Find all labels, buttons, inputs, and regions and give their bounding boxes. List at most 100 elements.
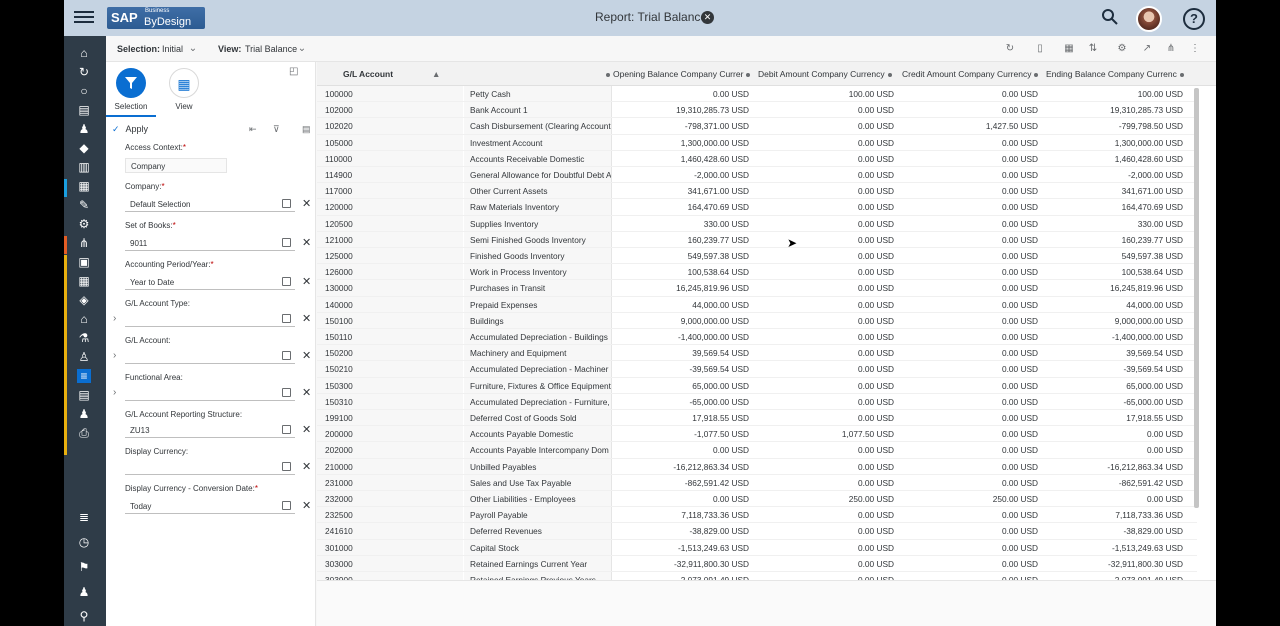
cube-icon[interactable]: ◆ — [77, 141, 91, 155]
tag-icon[interactable]: ⚲ — [77, 609, 91, 623]
company-field[interactable]: Default Selection — [125, 197, 295, 212]
table-row[interactable]: 100000 Petty Cash 0.00 USD 100.00 USD 0.00 U… — [317, 86, 1197, 103]
hamburger-menu-icon[interactable] — [74, 8, 94, 28]
table-row[interactable]: 150210 Accumulated Depreciation - Machine… — [317, 361, 1197, 378]
table-row[interactable]: 200000 Accounts Payable Domestic -1,077.50… — [317, 426, 1197, 443]
table-row[interactable]: 199100 Deferred Cost of Goods Sold 17,918.… — [317, 410, 1197, 427]
avatar[interactable] — [1136, 6, 1162, 32]
access-context-field[interactable]: Company — [125, 158, 227, 173]
gl-account-type-field[interactable] — [125, 312, 295, 327]
table-row[interactable]: 150200 Machinery and Equipment 39,569.54 U… — [317, 345, 1197, 362]
report-icon[interactable]: ▥ — [77, 160, 91, 174]
export-icon[interactable]: ↗ — [1141, 43, 1153, 55]
value-help-icon[interactable] — [282, 199, 291, 208]
user-icon[interactable]: ♟ — [77, 407, 91, 421]
table-row[interactable]: 130000 Purchases in Transit 16,245,819.96 … — [317, 280, 1197, 297]
chevron-right-icon[interactable]: › — [113, 313, 116, 324]
refresh-icon[interactable]: ↻ — [77, 65, 91, 79]
worklist-icon[interactable]: ≣ — [77, 510, 91, 524]
column-opening-balance[interactable]: Opening Balance Company Currer — [603, 69, 753, 79]
search-icon[interactable] — [1099, 8, 1121, 30]
cart-icon[interactable]: ▣ — [77, 255, 91, 269]
view-value[interactable]: Trial Balance — [245, 44, 297, 54]
table-row[interactable]: 231000 Sales and Use Tax Payable -862,591.… — [317, 474, 1197, 491]
clear-icon[interactable]: ✕ — [302, 197, 311, 212]
sort-ascending-icon[interactable]: ▲ — [432, 69, 440, 79]
table-row[interactable]: 125000 Finished Goods Inventory 549,597.38… — [317, 248, 1197, 265]
table-row[interactable]: 110000 Accounts Receivable Domestic 1,460,… — [317, 150, 1197, 167]
document-icon[interactable]: ▤ — [77, 103, 91, 117]
table-row[interactable]: 150110 Accumulated Depreciation - Buildin… — [317, 329, 1197, 346]
table-row[interactable]: 232500 Payroll Payable 7,118,733.36 USD 0.0… — [317, 507, 1197, 524]
help-icon[interactable]: ? — [1183, 8, 1205, 30]
refresh-icon[interactable]: ↻ — [1004, 43, 1016, 55]
value-help-icon[interactable] — [282, 388, 291, 397]
table-row[interactable]: 126000 Work in Process Inventory 100,538.6… — [317, 264, 1197, 281]
table-row[interactable]: 121000 Semi Finished Goods Inventory 160,2… — [317, 231, 1197, 248]
chevron-down-icon[interactable]: ⌄ — [296, 43, 308, 55]
edit-icon[interactable]: ✎ — [77, 198, 91, 212]
sort-icon[interactable]: ⇅ — [1087, 43, 1099, 55]
value-help-icon[interactable] — [282, 314, 291, 323]
value-help-icon[interactable] — [282, 501, 291, 510]
flag-icon[interactable]: ⚑ — [77, 560, 91, 574]
calendar-icon[interactable]: ▦ — [77, 274, 91, 288]
selection-filter-button[interactable] — [116, 68, 146, 98]
table-row[interactable]: 120000 Raw Materials Inventory 164,470.69 … — [317, 199, 1197, 216]
more-icon[interactable]: ⋮ — [1189, 43, 1201, 55]
value-help-icon[interactable] — [282, 425, 291, 434]
column-ending-balance[interactable]: Ending Balance Company Currenc — [1046, 69, 1187, 79]
table-row[interactable]: 150300 Furniture, Fixtures & Office Equip… — [317, 377, 1197, 394]
clear-filter-icon[interactable]: ⊽ — [273, 124, 280, 135]
flask-icon[interactable]: ⚗ — [77, 331, 91, 345]
table-row[interactable]: 301000 Capital Stock -1,513,249.63 USD 0.00… — [317, 539, 1197, 556]
functional-area-field[interactable] — [125, 386, 295, 401]
value-help-icon[interactable] — [282, 462, 291, 471]
value-help-icon[interactable] — [282, 351, 291, 360]
table-row[interactable]: 232000 Other Liabilities - Employees 0.00 … — [317, 491, 1197, 508]
collapse-panel-icon[interactable]: ◰ — [289, 66, 298, 77]
table-row[interactable]: 114900 General Allowance for Doubtful Deb… — [317, 167, 1197, 184]
home-icon[interactable]: ⌂ — [77, 46, 91, 60]
person-icon[interactable]: ♙ — [77, 350, 91, 364]
circle-icon[interactable]: ○ — [77, 84, 91, 98]
conversion-date-field[interactable]: Today — [125, 499, 295, 514]
history-icon[interactable]: ◷ — [77, 535, 91, 549]
delete-icon[interactable]: ▯ — [1034, 43, 1046, 55]
clear-icon[interactable]: ✕ — [302, 460, 311, 475]
chevron-right-icon[interactable]: › — [113, 350, 116, 361]
scan-icon[interactable]: ◈ — [77, 293, 91, 307]
settings-icon[interactable]: ⚙ — [1116, 43, 1128, 55]
share-icon[interactable]: ⋔ — [77, 236, 91, 250]
value-help-icon[interactable] — [282, 238, 291, 247]
table-row[interactable]: 303900 Retained Earnings Previous Years -2… — [317, 572, 1197, 580]
table-row[interactable]: 117000 Other Current Assets 341,671.00 USD… — [317, 183, 1197, 200]
list-icon[interactable]: ≡ — [77, 369, 91, 383]
table-row[interactable]: 241610 Deferred Revenues -38,829.00 USD 0.0… — [317, 523, 1197, 540]
adapt-filters-icon[interactable]: ▤ — [302, 124, 311, 135]
column-debit-amount[interactable]: Debit Amount Company Currency — [758, 69, 895, 79]
view-grid-button[interactable]: ▦ — [169, 68, 199, 98]
clear-icon[interactable]: ✕ — [302, 236, 311, 251]
value-help-icon[interactable] — [282, 277, 291, 286]
bank-icon[interactable]: ⌂ — [77, 312, 91, 326]
apply-button[interactable]: ✓ Apply — [112, 124, 148, 135]
sap-logo[interactable]: SAP Business ByDesign — [107, 7, 205, 29]
clear-icon[interactable]: ✕ — [302, 275, 311, 290]
network-icon[interactable]: ⚙ — [77, 217, 91, 231]
close-icon[interactable]: ✕ — [701, 11, 714, 24]
table-row[interactable]: 120500 Supplies Inventory 330.00 USD 0.00 U… — [317, 215, 1197, 232]
save-variant-icon[interactable]: ⇤ — [249, 124, 257, 135]
table-row[interactable]: 150100 Buildings 9,000,000.00 USD 0.00 USD 0… — [317, 312, 1197, 329]
table-row[interactable]: 105000 Investment Account 1,300,000.00 USD… — [317, 134, 1197, 151]
table-row[interactable]: 202000 Accounts Payable Intercompany Dom 0… — [317, 442, 1197, 459]
table-icon[interactable]: ▦ — [1063, 43, 1075, 55]
vertical-scrollbar[interactable] — [1194, 88, 1199, 508]
accounting-period-field[interactable]: Year to Date — [125, 275, 295, 290]
reporting-structure-field[interactable]: ZU13 — [125, 423, 295, 438]
chevron-down-icon[interactable]: ⌄ — [187, 43, 199, 55]
clear-icon[interactable]: ✕ — [302, 349, 311, 364]
selection-value[interactable]: Initial — [162, 44, 183, 54]
table-row[interactable]: 150310 Accumulated Depreciation - Furnitu… — [317, 393, 1197, 410]
gl-account-field[interactable] — [125, 349, 295, 364]
